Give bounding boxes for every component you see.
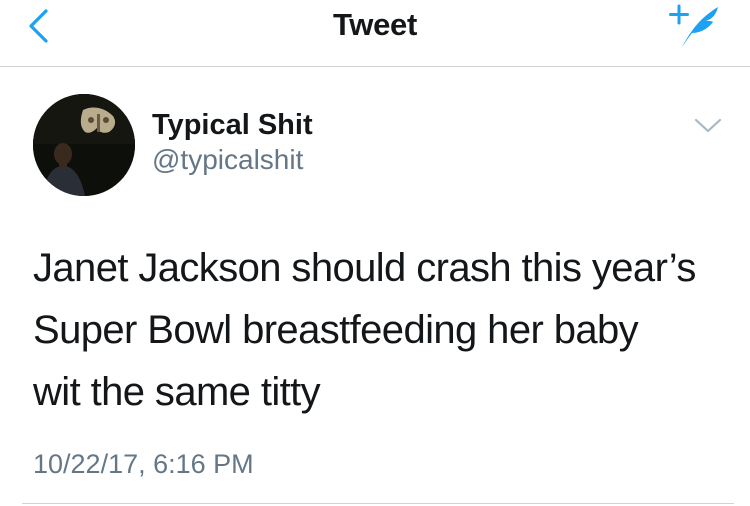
author-handle[interactable]: @typicalshit bbox=[152, 143, 303, 177]
divider bbox=[22, 503, 734, 504]
more-options-button[interactable] bbox=[693, 116, 723, 136]
chevron-down-icon bbox=[694, 118, 722, 133]
compose-tweet-icon bbox=[669, 4, 718, 47]
avatar[interactable] bbox=[33, 94, 135, 196]
compose-tweet-button[interactable] bbox=[668, 3, 724, 49]
author-display-name[interactable]: Typical Shit bbox=[152, 108, 313, 142]
profile-photo-icon bbox=[33, 94, 135, 196]
tweet-text: Janet Jackson should crash this year’s S… bbox=[33, 246, 696, 414]
page-title: Tweet bbox=[332, 7, 418, 42]
navigation-bar: Tweet bbox=[0, 0, 750, 67]
tweet-timestamp: 10/22/17, 6:16 PM bbox=[33, 449, 254, 479]
